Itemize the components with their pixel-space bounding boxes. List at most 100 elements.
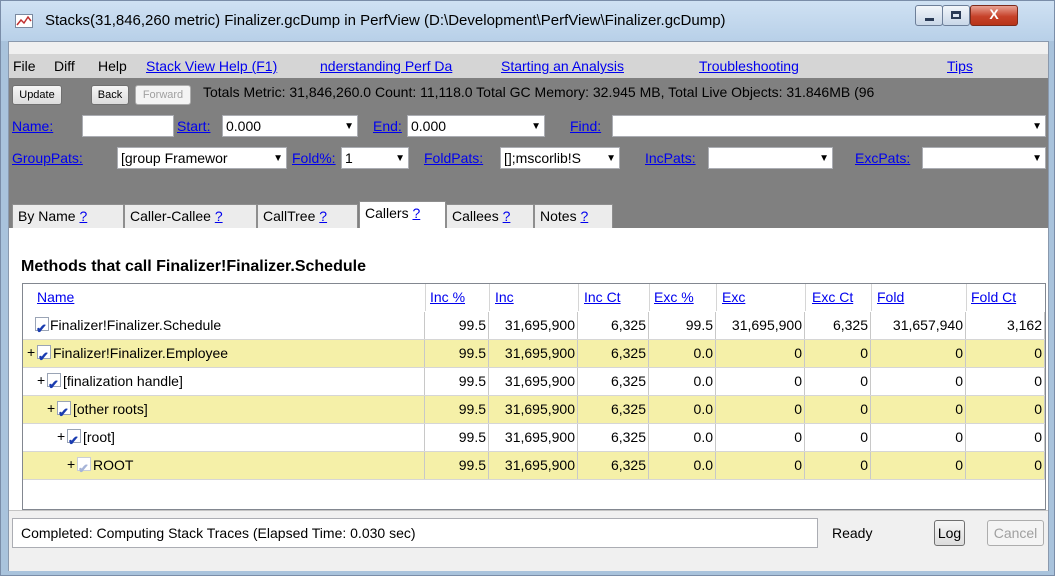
- exc-ct-cell: 0: [805, 340, 871, 367]
- tab-by-name[interactable]: By Name ?: [12, 204, 124, 228]
- log-button[interactable]: Log: [934, 520, 965, 546]
- link-understanding-perf-data[interactable]: nderstanding Perf Da: [320, 58, 452, 74]
- column-separator[interactable]: [805, 284, 806, 311]
- close-button[interactable]: X: [970, 5, 1018, 26]
- tab-help-link[interactable]: ?: [412, 205, 420, 221]
- table-row[interactable]: + Finalizer!Finalizer.Employee 99.5 31,6…: [23, 339, 1045, 370]
- tab-help-link[interactable]: ?: [319, 208, 327, 224]
- expand-icon[interactable]: +: [57, 423, 65, 450]
- inc-cell: 31,695,900: [489, 452, 578, 479]
- column-header-name[interactable]: Name: [37, 289, 74, 305]
- grouppats-combo[interactable]: [group Framewor ▼: [117, 147, 287, 169]
- row-name-cell: + [finalization handle]: [23, 367, 425, 398]
- exc-cell: 0: [716, 452, 805, 479]
- checkbox-icon[interactable]: [67, 427, 81, 454]
- menu-help[interactable]: Help: [98, 58, 127, 74]
- end-label[interactable]: End:: [373, 118, 402, 134]
- column-separator[interactable]: [425, 284, 426, 311]
- link-troubleshooting[interactable]: Troubleshooting: [699, 58, 799, 74]
- column-header-exc[interactable]: Exc: [722, 289, 745, 305]
- foldpct-combo[interactable]: 1 ▼: [341, 147, 409, 169]
- tab-caller-callee[interactable]: Caller-Callee ?: [124, 204, 257, 228]
- tab-help-link[interactable]: ?: [580, 208, 588, 224]
- column-separator[interactable]: [649, 284, 650, 311]
- menu-diff[interactable]: Diff: [54, 58, 75, 74]
- expand-icon[interactable]: +: [27, 339, 35, 366]
- inc-cell: 31,695,900: [489, 340, 578, 367]
- fold-ct-cell: 0: [966, 368, 1045, 395]
- checkbox-icon[interactable]: [57, 399, 71, 426]
- row-name-cell: + ROOT: [23, 451, 425, 482]
- tab-callers[interactable]: Callers ?: [359, 201, 446, 229]
- column-header-inc[interactable]: Inc: [495, 289, 514, 305]
- forward-button[interactable]: Forward: [135, 85, 191, 105]
- fold-ct-cell: 0: [966, 452, 1045, 479]
- maximize-button[interactable]: [942, 5, 970, 26]
- excpats-combo[interactable]: ▼: [922, 147, 1046, 169]
- column-header-inc-pct[interactable]: Inc %: [430, 289, 465, 305]
- tab-help-link[interactable]: ?: [503, 208, 511, 224]
- column-separator[interactable]: [489, 284, 490, 311]
- checkbox-icon[interactable]: [47, 371, 61, 398]
- link-tips[interactable]: Tips: [947, 58, 973, 74]
- expand-icon[interactable]: +: [67, 451, 75, 478]
- callers-grid[interactable]: Name Inc % Inc Inc Ct Exc % Exc Exc Ct F…: [22, 283, 1046, 510]
- exc-cell: 0: [716, 368, 805, 395]
- link-stack-view-help[interactable]: Stack View Help (F1): [146, 58, 277, 74]
- column-header-fold[interactable]: Fold: [877, 289, 904, 305]
- foldpct-label[interactable]: Fold%:: [292, 150, 336, 166]
- checkbox-icon[interactable]: [37, 343, 51, 370]
- link-starting-an-analysis[interactable]: Starting an Analysis: [501, 58, 624, 74]
- grouppats-label[interactable]: GroupPats:: [12, 150, 83, 166]
- expand-icon[interactable]: +: [47, 395, 55, 422]
- start-combo[interactable]: 0.000 ▼: [222, 115, 358, 137]
- tab-help-link[interactable]: ?: [215, 208, 223, 224]
- start-label[interactable]: Start:: [177, 118, 210, 134]
- tab-notes[interactable]: Notes ?: [534, 204, 613, 228]
- checkbox-icon[interactable]: [35, 315, 49, 342]
- column-header-fold-ct[interactable]: Fold Ct: [971, 289, 1016, 305]
- find-combo[interactable]: ▼: [612, 115, 1046, 137]
- cancel-button[interactable]: Cancel: [987, 520, 1044, 546]
- column-separator[interactable]: [578, 284, 579, 311]
- foldpats-combo[interactable]: [];mscorlib!S ▼: [500, 147, 620, 169]
- tab-help-link[interactable]: ?: [79, 208, 87, 224]
- menu-file[interactable]: File: [13, 58, 36, 74]
- foldpats-label[interactable]: FoldPats:: [424, 150, 483, 166]
- back-button[interactable]: Back: [91, 85, 129, 105]
- column-header-exc-pct[interactable]: Exc %: [654, 289, 694, 305]
- find-label[interactable]: Find:: [570, 118, 601, 134]
- update-button[interactable]: Update: [12, 85, 62, 105]
- incpats-label[interactable]: IncPats:: [645, 150, 696, 166]
- table-row[interactable]: Finalizer!Finalizer.Schedule 99.5 31,695…: [23, 312, 1045, 342]
- row-name: ROOT: [93, 457, 134, 473]
- checkbox-icon[interactable]: [77, 455, 91, 482]
- expand-icon[interactable]: +: [37, 367, 45, 394]
- name-label[interactable]: Name:: [12, 118, 53, 134]
- tab-label: CallTree: [263, 208, 316, 224]
- end-combo[interactable]: 0.000 ▼: [407, 115, 545, 137]
- column-header-exc-ct[interactable]: Exc Ct: [812, 289, 853, 305]
- grid-header: Name Inc % Inc Inc Ct Exc % Exc Exc Ct F…: [23, 284, 1045, 311]
- incpats-combo[interactable]: ▼: [708, 147, 833, 169]
- tab-callees[interactable]: Callees ?: [446, 204, 534, 228]
- menu-bar: File Diff Help Stack View Help (F1) nder…: [9, 54, 1048, 78]
- column-separator[interactable]: [966, 284, 967, 311]
- name-input[interactable]: [82, 115, 174, 137]
- table-row[interactable]: + [root] 99.5 31,695,900 6,325 0.0 0 0 0…: [23, 423, 1045, 454]
- exc-ct-cell: 6,325: [805, 312, 871, 339]
- table-row[interactable]: + ROOT 99.5 31,695,900 6,325 0.0 0 0 0 0: [23, 451, 1045, 482]
- tab-calltree[interactable]: CallTree ?: [257, 204, 358, 228]
- column-header-inc-ct[interactable]: Inc Ct: [584, 289, 621, 305]
- fold-ct-cell: 0: [966, 396, 1045, 423]
- column-separator[interactable]: [871, 284, 872, 311]
- inc-pct-cell: 99.5: [425, 312, 489, 339]
- exc-ct-cell: 0: [805, 424, 871, 451]
- inc-pct-cell: 99.5: [425, 340, 489, 367]
- exc-pct-cell: 0.0: [649, 368, 716, 395]
- minimize-button[interactable]: [915, 5, 943, 26]
- column-separator[interactable]: [716, 284, 717, 311]
- excpats-label[interactable]: ExcPats:: [855, 150, 910, 166]
- table-row[interactable]: + [other roots] 99.5 31,695,900 6,325 0.…: [23, 395, 1045, 426]
- table-row[interactable]: + [finalization handle] 99.5 31,695,900 …: [23, 367, 1045, 398]
